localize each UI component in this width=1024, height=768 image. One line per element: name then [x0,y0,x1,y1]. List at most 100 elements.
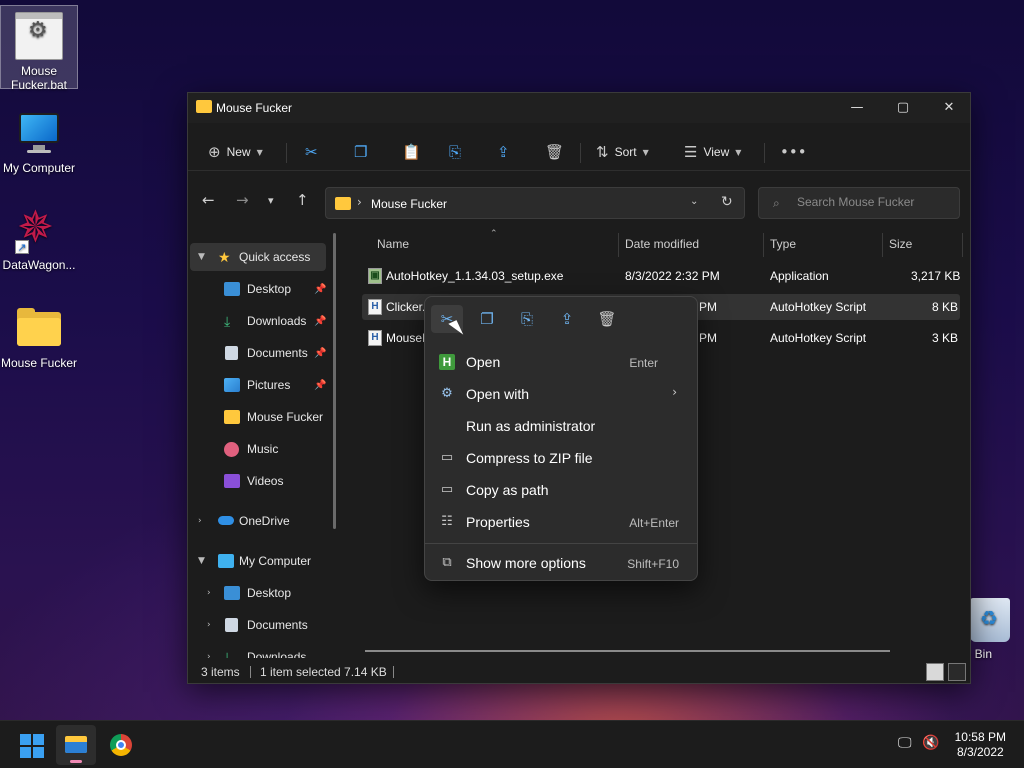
nav-item-label: Downloads [247,650,307,658]
nav-item-label: Quick access [239,250,311,264]
file-name: MouseI [386,331,426,345]
menu-item-shortcut: Shift+F10 [627,557,679,571]
search-input[interactable] [797,195,947,209]
chevron-down-icon[interactable]: ⌄ [690,196,698,207]
menu-item-label: Copy as path [466,482,549,498]
table-row[interactable]: ▣ AutoHotkey_1.1.34.03_setup.exe 8/3/202… [362,263,960,289]
nav-pane-scrollbar[interactable] [333,233,336,529]
file-explorer-icon [65,736,87,753]
maximize-button[interactable]: ▢ [880,93,926,123]
recent-locations-button[interactable]: ▾ [268,194,274,207]
details-view-button[interactable] [926,663,944,681]
clock-time: 10:58 PM [954,730,1006,744]
share-icon[interactable]: ⇪ [551,305,583,333]
new-label: New [226,145,251,159]
star-icon: ★ [218,250,231,266]
nav-item-downloads[interactable]: ⤓ Downloads 📌 [190,307,326,335]
nav-item-pictures[interactable]: Pictures 📌 [190,371,326,399]
paste-button[interactable]: 📋 [402,137,421,167]
up-button[interactable]: ↑ [296,191,309,209]
sort-button[interactable]: ⇅ Sort ▼ [596,137,649,167]
nav-item-onedrive[interactable]: › OneDrive [190,507,326,535]
breadcrumb-current-folder[interactable]: Mouse Fucker [371,197,447,211]
view-label: View [703,145,730,159]
horizontal-scrollbar[interactable] [365,650,890,652]
trash-icon[interactable]: 🗑 [591,305,623,333]
file-size: 3,217 KB [911,269,961,283]
download-icon: ⤓ [224,650,231,658]
installer-file-icon: ▣ [368,268,382,284]
nav-item-mouse-fucker[interactable]: Mouse Fucker [190,403,326,431]
desktop-icon-datawagon[interactable]: ✵ ↗ DataWagon... [0,200,78,273]
nav-item-videos[interactable]: Videos [190,467,326,495]
breadcrumb-separator-icon: › [357,195,362,209]
column-header-type[interactable]: Type [770,237,796,251]
menu-item-show-more-options[interactable]: ⧉ Show more options Shift+F10 [429,548,693,578]
chrome-icon[interactable] [110,734,132,756]
menu-item-copy-as-path[interactable]: ▭ Copy as path [429,475,693,505]
more-options-button[interactable]: ••• [780,137,807,167]
nav-item-pc-documents[interactable]: › Documents [190,611,326,639]
tiles-view-button[interactable] [948,663,966,681]
more-icon: ••• [780,143,807,161]
selection-info: 1 item selected 7.14 KB [260,665,387,679]
chevron-right-icon: › [207,652,211,658]
minimize-button[interactable]: — [834,93,880,123]
nav-item-label: Desktop [247,586,292,600]
folder-icon [224,410,240,424]
file-date: PM [699,300,717,314]
status-bar: 3 items 1 item selected 7.14 KB [188,661,970,683]
chevron-down-icon: ▼ [642,147,649,157]
refresh-icon[interactable]: ↻ [721,194,733,210]
forward-button[interactable]: → [236,191,249,209]
nav-item-music[interactable]: Music [190,435,326,463]
cut-button[interactable]: ✂ [305,137,318,167]
nav-item-desktop[interactable]: Desktop 📌 [190,275,326,303]
back-button[interactable]: ← [202,191,215,209]
menu-item-compress-zip[interactable]: ▭ Compress to ZIP file [429,443,693,473]
search-box[interactable]: ⌕ [758,187,960,219]
desktop-icon-mouse-fucker-folder[interactable]: Mouse Fucker [0,298,78,370]
start-button[interactable] [20,734,44,758]
file-size: 8 KB [932,300,959,314]
network-icon[interactable]: 🖵 [898,735,912,751]
nav-item-pc-desktop[interactable]: › Desktop [190,579,326,607]
rename-button[interactable]: ⎘ [449,137,461,167]
copy-path-icon: ▭ [440,482,454,497]
desktop-icon-mouse-fucker-bat[interactable]: ⚙ Mouse Fucker.bat [0,5,78,92]
close-button[interactable]: ✕ [926,93,972,123]
address-row: ← → ▾ ↑ › Mouse Fucker ⌄ ↻ ⌕ [188,185,970,221]
window-title: Mouse Fucker [216,101,293,115]
menu-item-properties[interactable]: ☷ Properties Alt+Enter [429,507,693,537]
nav-item-quick-access[interactable]: ▼ ★ Quick access [190,243,326,271]
address-bar[interactable]: › Mouse Fucker ⌄ ↻ [325,187,745,219]
new-button[interactable]: ⊕ New ▼ [208,137,263,167]
nav-item-documents[interactable]: Documents 📌 [190,339,326,367]
menu-item-open[interactable]: H Open Enter [429,347,693,377]
menu-item-open-with[interactable]: ⚙ Open with › [429,379,693,409]
nav-item-pc-downloads[interactable]: › ⤓ Downloads [190,643,326,658]
desktop-icon-my-computer[interactable]: My Computer [0,103,78,175]
clock[interactable]: 10:58 PM 8/3/2022 [955,730,1006,760]
copy-button[interactable]: ❐ [354,137,367,167]
navigation-pane: ▼ ★ Quick access Desktop 📌 ⤓ Downloads 📌… [188,233,340,658]
volume-muted-icon[interactable]: 🔇 [922,735,939,751]
copy-icon: ❐ [354,143,368,161]
column-header-size[interactable]: Size [889,237,912,251]
view-button[interactable]: ☰ View ▼ [684,137,741,167]
autohotkey-file-icon: H [368,299,382,315]
menu-item-label: Open [466,354,501,370]
chevron-right-icon: › [672,385,677,399]
taskbar-file-explorer[interactable] [56,725,96,765]
share-icon: ⇪ [497,143,510,161]
copy-icon[interactable]: ❐ [471,305,503,333]
delete-button[interactable]: 🗑 [545,137,564,167]
rename-icon[interactable]: ⎘ [511,305,543,333]
share-button[interactable]: ⇪ [497,137,510,167]
column-header-date-modified[interactable]: Date modified [625,237,699,251]
show-more-icon: ⧉ [442,555,452,570]
menu-item-run-as-administrator[interactable]: Run as administrator [429,411,693,441]
nav-item-my-computer[interactable]: ▼ My Computer [190,547,326,575]
column-header-name[interactable]: Name [377,237,409,251]
title-bar[interactable]: Mouse Fucker — ▢ ✕ [188,93,970,123]
